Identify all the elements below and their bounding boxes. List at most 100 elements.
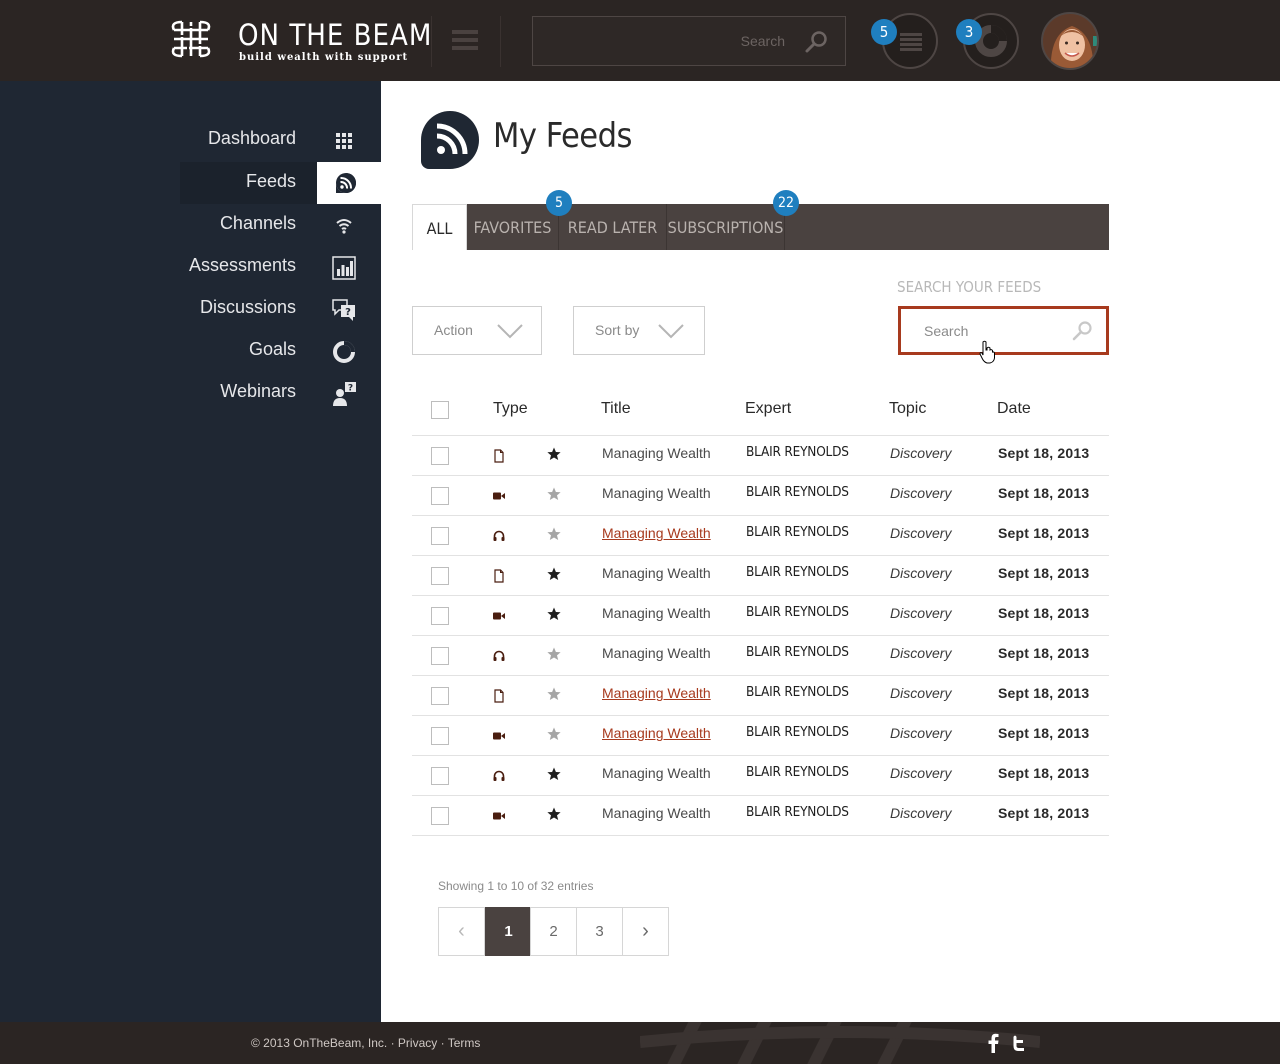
privacy-link[interactable]: Privacy xyxy=(398,1036,437,1050)
twitter-icon[interactable] xyxy=(1012,1035,1026,1051)
facebook-icon[interactable] xyxy=(987,1033,999,1053)
sidebar-item-dashboard[interactable]: Dashboard xyxy=(0,119,381,161)
sortby-dropdown-label: Sort by xyxy=(595,322,640,338)
knot-logo-icon xyxy=(171,20,211,58)
sidebar-item-feeds[interactable]: Feeds xyxy=(0,162,381,204)
action-dropdown-label: Action xyxy=(434,322,473,338)
rss-icon xyxy=(336,173,356,193)
star-empty-icon[interactable] xyxy=(546,646,562,662)
user-avatar[interactable] xyxy=(1041,12,1099,70)
page-2-button[interactable]: 2 xyxy=(530,907,577,956)
row-checkbox[interactable] xyxy=(431,807,449,825)
feed-search-input[interactable] xyxy=(924,309,1074,352)
tab-favorites[interactable]: FAVORITES xyxy=(467,204,559,250)
sidebar-item-webinars[interactable]: Webinars ? xyxy=(0,372,381,414)
star-empty-icon[interactable] xyxy=(546,526,562,542)
feed-date: Sept 18, 2013 xyxy=(998,565,1090,581)
column-header-type[interactable]: Type xyxy=(493,400,528,418)
footer: © 2013 OnTheBeam, Inc. · Privacy · Terms xyxy=(0,1022,1280,1064)
feed-title-link[interactable]: Managing Wealth xyxy=(602,525,711,541)
feed-date: Sept 18, 2013 xyxy=(998,525,1090,541)
page-1-button[interactable]: 1 xyxy=(485,907,532,956)
row-checkbox[interactable] xyxy=(431,607,449,625)
document-icon xyxy=(492,449,506,463)
feed-date: Sept 18, 2013 xyxy=(998,445,1090,461)
feed-title: Managing Wealth xyxy=(602,645,711,661)
feed-title-link[interactable]: Managing Wealth xyxy=(602,685,711,701)
star-filled-icon[interactable] xyxy=(546,446,562,462)
table-row: Managing Wealth BLAIR REYNOLDS Discovery Se… xyxy=(412,556,1109,596)
sidebar-item-goals[interactable]: Goals xyxy=(0,330,381,372)
star-filled-icon[interactable] xyxy=(546,766,562,782)
column-header-date[interactable]: Date xyxy=(997,400,1031,418)
sidebar-item-label: Channels xyxy=(219,213,296,233)
star-filled-icon[interactable] xyxy=(546,566,562,582)
star-empty-icon[interactable] xyxy=(546,726,562,742)
avatar-photo-icon xyxy=(1043,14,1097,68)
tab-read-later[interactable]: READ LATER xyxy=(559,204,667,250)
feed-date: Sept 18, 2013 xyxy=(998,605,1090,621)
sidebar-item-assessments[interactable]: Assessments xyxy=(0,246,381,288)
row-checkbox[interactable] xyxy=(431,567,449,585)
progress-ring-icon xyxy=(333,341,355,363)
search-icon[interactable] xyxy=(803,29,829,55)
star-filled-icon[interactable] xyxy=(546,606,562,622)
tab-all[interactable]: ALL xyxy=(412,204,467,250)
row-checkbox[interactable] xyxy=(431,487,449,505)
copyright-text: © 2013 OnTheBeam, Inc. xyxy=(251,1036,388,1050)
tab-subscriptions[interactable]: SUBSCRIPTIONS xyxy=(667,204,785,250)
action-dropdown[interactable]: Action xyxy=(412,306,542,355)
hamburger-icon xyxy=(452,30,478,34)
table-row: Managing Wealth BLAIR REYNOLDS Discovery Se… xyxy=(412,476,1109,516)
feed-expert: BLAIR REYNOLDS xyxy=(746,444,849,460)
table-row: Managing Wealth BLAIR REYNOLDS Discovery Se… xyxy=(412,796,1109,836)
star-filled-icon[interactable] xyxy=(546,806,562,822)
row-checkbox[interactable] xyxy=(431,447,449,465)
row-checkbox[interactable] xyxy=(431,687,449,705)
feed-title: Managing Wealth xyxy=(602,605,711,621)
table-row: Managing Wealth BLAIR REYNOLDS Discovery Se… xyxy=(412,676,1109,716)
feed-expert: BLAIR REYNOLDS xyxy=(746,644,849,660)
terms-link[interactable]: Terms xyxy=(448,1036,481,1050)
row-checkbox[interactable] xyxy=(431,767,449,785)
column-header-topic[interactable]: Topic xyxy=(889,400,926,418)
footer-knot-watermark-icon xyxy=(640,1022,1040,1064)
sidebar-item-label: Assessments xyxy=(188,255,296,275)
column-header-expert[interactable]: Expert xyxy=(745,400,791,418)
header-search-input[interactable] xyxy=(541,17,801,65)
sidebar-item-discussions[interactable]: Discussions ? xyxy=(0,288,381,330)
row-checkbox[interactable] xyxy=(431,647,449,665)
presenter-icon: ? xyxy=(333,382,356,406)
feed-title: Managing Wealth xyxy=(602,765,711,781)
feed-topic: Discovery xyxy=(890,445,952,461)
feed-date: Sept 18, 2013 xyxy=(998,645,1090,661)
hamburger-menu-button[interactable] xyxy=(452,30,478,52)
feeds-page-icon xyxy=(421,111,479,169)
column-header-title[interactable]: Title xyxy=(601,400,631,418)
sortby-dropdown[interactable]: Sort by xyxy=(573,306,705,355)
select-all-checkbox[interactable] xyxy=(431,401,449,419)
chat-question-icon: ? xyxy=(332,299,355,321)
search-icon[interactable] xyxy=(1071,320,1093,342)
prev-page-button[interactable]: ‹ xyxy=(438,907,485,956)
video-icon xyxy=(492,609,506,623)
feed-date: Sept 18, 2013 xyxy=(998,805,1090,821)
feed-expert: BLAIR REYNOLDS xyxy=(746,684,849,700)
goals-badge: 3 xyxy=(956,19,982,45)
feeds-table: Type Title Expert Topic Date Managing We… xyxy=(412,388,1109,836)
table-row: Managing Wealth BLAIR REYNOLDS Discovery Se… xyxy=(412,436,1109,476)
row-checkbox[interactable] xyxy=(431,527,449,545)
header-search xyxy=(532,16,846,66)
page-title: My Feeds xyxy=(493,116,632,156)
sidebar-item-label: Dashboard xyxy=(207,128,296,148)
star-empty-icon[interactable] xyxy=(546,486,562,502)
star-empty-icon[interactable] xyxy=(546,686,562,702)
row-checkbox[interactable] xyxy=(431,727,449,745)
feed-topic: Discovery xyxy=(890,605,952,621)
feed-title-link[interactable]: Managing Wealth xyxy=(602,725,711,741)
next-page-button[interactable]: › xyxy=(622,907,669,956)
sidebar-item-channels[interactable]: Channels xyxy=(0,204,381,246)
feed-title: Managing Wealth xyxy=(602,445,711,461)
video-icon xyxy=(492,729,506,743)
page-3-button[interactable]: 3 xyxy=(576,907,623,956)
